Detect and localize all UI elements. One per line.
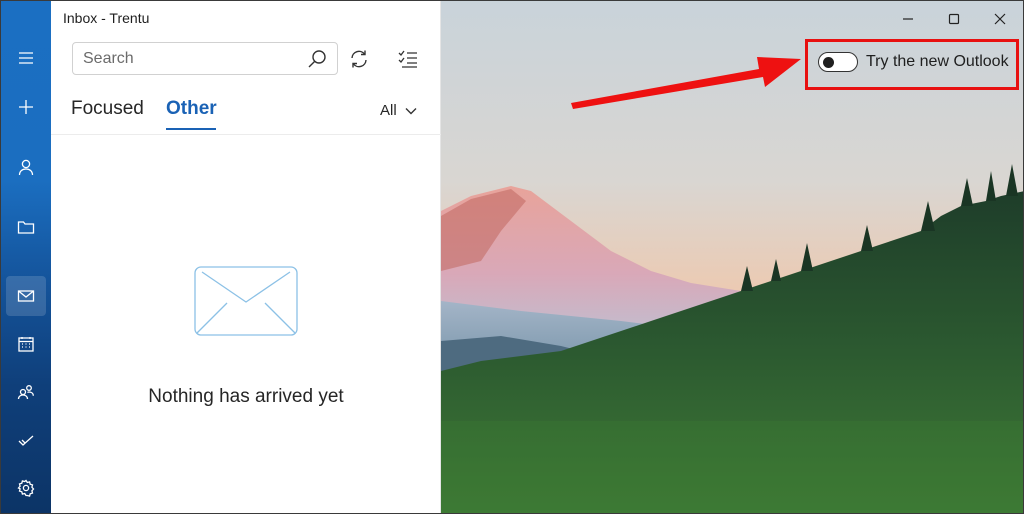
navigation-rail (1, 1, 51, 513)
filter-dropdown[interactable]: All (380, 102, 417, 119)
search-box[interactable] (72, 42, 338, 75)
envelope-icon (194, 266, 298, 336)
new-outlook-label: Try the new Outlook (866, 53, 1009, 70)
folders-button[interactable] (6, 207, 46, 247)
new-outlook-toggle-group: Try the new Outlook (818, 52, 1009, 72)
outlook-window: Inbox - Trentu Focused Other All (0, 0, 1024, 514)
active-tab-indicator (166, 128, 216, 130)
checklist-icon (398, 50, 417, 68)
maximize-icon (948, 13, 960, 25)
mail-button[interactable] (6, 276, 46, 316)
people-icon (17, 385, 34, 400)
hamburger-icon (19, 52, 33, 64)
minimize-icon (903, 18, 913, 20)
background-landscape (441, 1, 1023, 513)
select-mode-button[interactable] (394, 45, 422, 73)
menu-button[interactable] (6, 38, 46, 78)
empty-state-message: Nothing has arrived yet (148, 386, 344, 407)
close-icon (994, 13, 1006, 25)
plus-icon (19, 100, 33, 114)
mail-list-pane: Inbox - Trentu Focused Other All (51, 1, 441, 513)
filter-label: All (380, 102, 397, 119)
settings-button[interactable] (6, 468, 46, 508)
calendar-icon (18, 337, 34, 352)
new-mail-button[interactable] (6, 87, 46, 127)
folder-icon (17, 221, 35, 234)
mail-icon (17, 290, 35, 302)
divider (51, 134, 441, 135)
chevron-down-icon (405, 107, 417, 114)
accounts-button[interactable] (6, 147, 46, 187)
calendar-button[interactable] (6, 324, 46, 364)
people-button[interactable] (6, 372, 46, 412)
sync-icon (351, 50, 367, 68)
gear-icon (17, 479, 35, 497)
maximize-button[interactable] (931, 7, 977, 31)
checkmark-icon (18, 435, 34, 446)
search-icon[interactable] (307, 49, 327, 69)
tab-focused[interactable]: Focused (71, 98, 144, 120)
new-outlook-toggle[interactable] (818, 52, 858, 72)
tab-other[interactable]: Other (166, 98, 217, 120)
landscape-image (441, 1, 1023, 513)
close-button[interactable] (977, 7, 1023, 31)
person-icon (18, 159, 34, 176)
minimize-button[interactable] (885, 7, 931, 31)
search-input[interactable] (83, 49, 307, 68)
toggle-knob (823, 57, 834, 68)
todo-button[interactable] (6, 420, 46, 460)
sync-button[interactable] (345, 45, 373, 73)
window-title: Inbox - Trentu (63, 10, 150, 26)
